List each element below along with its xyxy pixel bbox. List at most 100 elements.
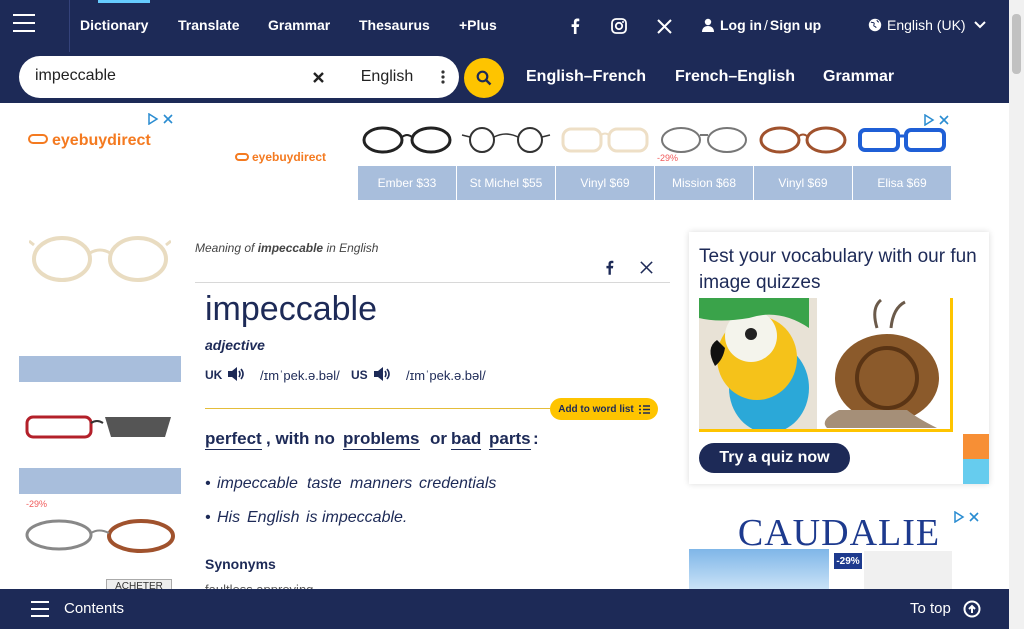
share-x-button[interactable] bbox=[635, 254, 657, 280]
scrollbar[interactable] bbox=[1009, 0, 1024, 629]
example-word-english[interactable]: English bbox=[247, 509, 299, 527]
globe-icon bbox=[868, 18, 882, 32]
ad-caudalie[interactable]: CAUDALIE -29% bbox=[689, 509, 989, 589]
ad-left-skyscraper[interactable]: eyebuydirect -29% ACHETER bbox=[19, 111, 181, 589]
uk-pronunciation: /ɪmˈpek.ə.bəl/ bbox=[260, 368, 340, 383]
arrow-up-circle-icon[interactable] bbox=[963, 600, 981, 618]
clear-search-button[interactable] bbox=[307, 67, 329, 87]
example-text: His bbox=[217, 509, 241, 526]
ad-close-icon[interactable] bbox=[163, 114, 173, 124]
ad-discount: -29% bbox=[657, 153, 679, 163]
ad-product-label: St Michel $55 bbox=[469, 176, 543, 190]
us-audio-button[interactable] bbox=[372, 362, 392, 386]
adchoices-icon[interactable] bbox=[147, 113, 173, 125]
def-text: , with no bbox=[266, 429, 335, 448]
part-of-speech: adjective bbox=[205, 337, 265, 353]
ad-band bbox=[19, 356, 181, 382]
try-quiz-button[interactable]: Try a quiz now bbox=[699, 443, 850, 473]
ad-product-label: Vinyl $69 bbox=[580, 176, 630, 190]
adchoices-icon[interactable] bbox=[953, 511, 979, 523]
glasses-image bbox=[25, 519, 175, 553]
example-word-taste[interactable]: taste bbox=[307, 475, 342, 493]
language-label: English (UK) bbox=[887, 17, 966, 33]
nav-translate[interactable]: Translate bbox=[178, 17, 239, 33]
quicklink-french-english[interactable]: French–English bbox=[675, 68, 795, 86]
to-top-button[interactable]: To top bbox=[910, 600, 951, 617]
us-pronunciation: /ɪmˈpek.ə.bəl/ bbox=[406, 368, 486, 383]
nav-thesaurus[interactable]: Thesaurus bbox=[359, 17, 430, 33]
def-word-bad[interactable]: bad bbox=[451, 429, 482, 450]
ad-product[interactable]: St Michel $55 bbox=[457, 114, 555, 200]
ad-product[interactable]: Elisa $69 bbox=[853, 114, 951, 200]
login-link[interactable]: Log in bbox=[720, 17, 762, 33]
contents-button[interactable]: Contents bbox=[64, 600, 124, 617]
ad-product-label: Vinyl $69 bbox=[778, 176, 828, 190]
search-icon bbox=[476, 70, 492, 86]
example-word-credentials[interactable]: credentials bbox=[419, 475, 496, 493]
us-label: US bbox=[351, 368, 368, 382]
ad-product-label: Ember $33 bbox=[377, 176, 437, 190]
synonyms-heading: Synonyms bbox=[205, 556, 276, 572]
nav-plus[interactable]: +Plus bbox=[459, 17, 497, 33]
divider bbox=[205, 408, 550, 409]
instagram-icon[interactable] bbox=[608, 16, 630, 36]
ad-brand-logo: eyebuydirect bbox=[28, 132, 151, 150]
search-box: English bbox=[19, 56, 459, 98]
nav-grammar[interactable]: Grammar bbox=[268, 17, 330, 33]
def-word-problems[interactable]: problems bbox=[343, 429, 420, 450]
ad-product[interactable]: Ember $33 bbox=[358, 114, 456, 200]
ad-brand-logo: eyebuydirect bbox=[235, 150, 326, 164]
headword: impeccable bbox=[205, 290, 377, 328]
nav-active-indicator bbox=[98, 0, 150, 3]
uk-label: UK bbox=[205, 368, 223, 382]
meaning-caption: Meaning of impeccable in English bbox=[195, 241, 379, 255]
top-nav: Dictionary Translate Grammar Thesaurus +… bbox=[0, 0, 1009, 52]
x-icon[interactable] bbox=[653, 16, 675, 36]
ad-product[interactable]: Vinyl $69 bbox=[754, 114, 852, 200]
contents-icon[interactable] bbox=[31, 601, 49, 617]
language-selector[interactable]: English (UK) bbox=[868, 17, 986, 33]
facebook-icon[interactable] bbox=[564, 16, 586, 36]
close-icon bbox=[312, 71, 324, 83]
x-icon bbox=[639, 260, 653, 274]
more-vertical-icon bbox=[441, 70, 445, 84]
user-icon bbox=[702, 18, 714, 32]
search-input[interactable] bbox=[35, 67, 315, 85]
ad-product[interactable]: -29% Mission $68 bbox=[655, 114, 753, 200]
quicklink-grammar[interactable]: Grammar bbox=[823, 68, 894, 86]
example-bullet: • bbox=[205, 475, 211, 492]
ad-discount: -29% bbox=[26, 499, 48, 509]
example-word-manners[interactable]: manners bbox=[350, 475, 412, 493]
quiz-image[interactable] bbox=[699, 298, 953, 433]
dictionary-select[interactable]: English bbox=[353, 64, 453, 90]
speaker-icon bbox=[228, 367, 244, 381]
add-to-word-list-label: Add to word list bbox=[558, 403, 634, 415]
share-facebook-button[interactable] bbox=[598, 254, 620, 280]
bottom-bar: Contents To top bbox=[0, 589, 1009, 629]
menu-icon[interactable] bbox=[13, 14, 35, 32]
side-tab[interactable] bbox=[963, 434, 989, 484]
quicklink-english-french[interactable]: English–French bbox=[526, 68, 646, 86]
add-to-word-list-button[interactable]: Add to word list bbox=[550, 398, 658, 420]
signup-link[interactable]: Sign up bbox=[770, 17, 821, 33]
divider bbox=[195, 282, 670, 283]
def-word-parts[interactable]: parts bbox=[489, 429, 531, 450]
nav-dictionary[interactable]: Dictionary bbox=[80, 17, 148, 33]
def-word-perfect[interactable]: perfect bbox=[205, 429, 262, 450]
ad-product-image bbox=[864, 551, 952, 589]
quiz-animals-image bbox=[699, 298, 939, 433]
scrollbar-thumb[interactable] bbox=[1012, 14, 1021, 74]
glasses-image bbox=[25, 415, 171, 439]
ad-close-icon[interactable] bbox=[939, 115, 949, 125]
adchoices-icon[interactable] bbox=[923, 114, 949, 126]
ad-product[interactable]: Vinyl $69 bbox=[556, 114, 654, 200]
search-button[interactable] bbox=[464, 58, 504, 98]
list-icon bbox=[638, 404, 650, 414]
uk-audio-button[interactable] bbox=[226, 362, 246, 386]
ad-top-banner[interactable]: eyebuydirect Ember $33 St Michel $55 Vin… bbox=[227, 112, 958, 202]
ad-cta-button[interactable]: ACHETER bbox=[106, 579, 172, 589]
example-text: impeccable bbox=[217, 475, 298, 492]
ad-image bbox=[689, 549, 829, 589]
search-row: English English–French French–English Gr… bbox=[0, 52, 1009, 103]
ad-close-icon[interactable] bbox=[969, 512, 979, 522]
